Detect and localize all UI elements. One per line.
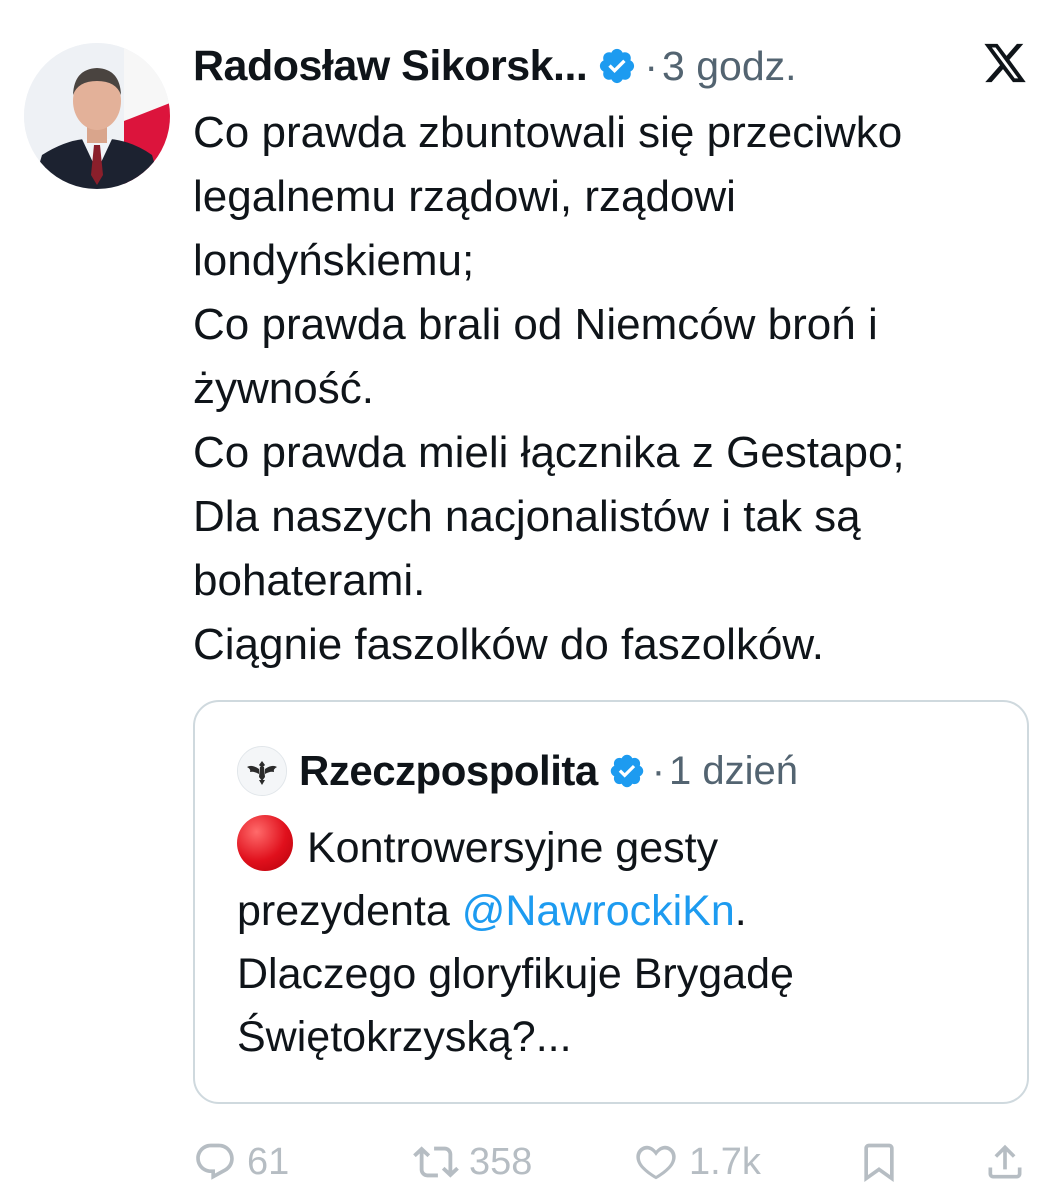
retweet-button[interactable]: 358 [413, 1132, 532, 1192]
bookmark-icon [864, 1143, 894, 1183]
share-button[interactable] [983, 1132, 1027, 1192]
red-circle-icon [237, 815, 293, 871]
retweet-icon [413, 1146, 459, 1178]
share-icon [988, 1144, 1022, 1179]
tweet-text-line: żywność. [193, 364, 374, 413]
quoted-tweet-text: Kontrowersyjne gesty prezydenta @Nawrock… [237, 815, 1017, 1069]
reply-count: 61 [247, 1140, 290, 1183]
quoted-text-fragment: Kontrowersyjne gesty [307, 824, 719, 872]
tweet-action-bar: 61 358 1.7k [193, 1132, 1038, 1192]
quoted-text-line: Dlaczego gloryfikuje Brygadę [237, 950, 794, 998]
separator-dot: · [644, 42, 659, 89]
tweet-text-line: Ciągnie faszolków do faszolków. [193, 620, 824, 669]
tweet-text-line: londyńskiemu; [193, 236, 475, 285]
quoted-text-line: Kontrowersyjne gesty [237, 815, 1017, 880]
quoted-text-fragment: . [734, 887, 747, 935]
retweet-count: 358 [469, 1140, 533, 1183]
tweet-text: Co prawda zbuntowali się przeciwko legal… [193, 101, 1038, 677]
verified-badge-icon [608, 752, 646, 790]
quoted-tweet-timestamp[interactable]: 1 dzień [669, 749, 798, 794]
like-button[interactable]: 1.7k [633, 1132, 761, 1192]
author-avatar[interactable] [24, 43, 170, 189]
quoted-tweet-header: Rzeczpospolita · 1 dzień [237, 742, 798, 800]
heart-icon [636, 1145, 676, 1180]
author-name[interactable]: Radosław Sikorsk... [193, 42, 588, 91]
mention-link[interactable]: @NawrockiKn [462, 887, 735, 935]
tweet-text-line: bohaterami. [193, 556, 426, 605]
quoted-text-line: Świętokrzyską?... [237, 1013, 572, 1061]
quoted-text-fragment: prezydenta [237, 887, 462, 935]
quoted-author-avatar[interactable] [237, 746, 287, 796]
quoted-text-line: prezydenta @NawrockiKn. [237, 880, 1017, 943]
tweet-text-line: Co prawda mieli łącznika z Gestapo; [193, 428, 905, 477]
verified-badge-icon [597, 46, 637, 86]
x-logo-icon[interactable] [982, 42, 1028, 86]
reply-button[interactable]: 61 [193, 1132, 289, 1192]
quoted-author-name[interactable]: Rzeczpospolita [299, 747, 598, 795]
tweet-timestamp[interactable]: 3 godz. [662, 43, 797, 90]
tweet-text-line: legalnemu rządowi, rządowi [193, 172, 736, 221]
tweet-text-line: Co prawda brali od Niemców broń i [193, 300, 878, 349]
like-count: 1.7k [689, 1140, 761, 1183]
tweet-header: Radosław Sikorsk... · 3 godz. [193, 36, 797, 96]
separator-dot: · [651, 748, 666, 793]
reply-icon [196, 1143, 234, 1180]
tweet-text-line: Dla naszych nacjonalistów i tak są [193, 492, 861, 541]
bookmark-button[interactable] [857, 1132, 901, 1192]
quoted-tweet-card[interactable]: Rzeczpospolita · 1 dzień Kontrowersyjne … [193, 700, 1029, 1104]
tweet-text-line: Co prawda zbuntowali się przeciwko [193, 108, 903, 157]
